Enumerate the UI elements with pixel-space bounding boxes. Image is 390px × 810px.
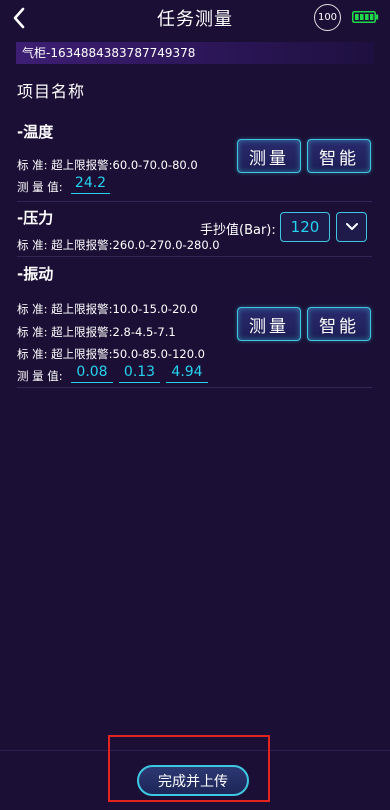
device-name-bar: 气柜-1634884383787749378 [16, 42, 374, 64]
page-title: 任务测量 [157, 9, 233, 30]
submit-button[interactable]: 完成并上传 [137, 765, 249, 796]
temperature-smart-button[interactable]: 智能 [307, 139, 371, 173]
manual-value-input[interactable]: 120 [280, 212, 330, 242]
vibration-standard-3: 标 准: 超上限报警:50.0-85.0-120.0 [17, 347, 205, 361]
chevron-left-icon [13, 7, 25, 29]
manual-value: 120 [290, 218, 320, 236]
device-name: 气柜-1634884383787749378 [22, 46, 196, 60]
manual-value-label: 手抄值(Bar): [200, 223, 276, 238]
temperature-standard: 标 准: 超上限报警:60.0-70.0-80.0 [17, 158, 198, 172]
chevron-down-icon [345, 223, 358, 230]
temperature-measure-label: 测 量 值: [17, 180, 63, 194]
vibration-smart-button[interactable]: 智能 [307, 307, 371, 341]
divider [17, 387, 372, 388]
pressure-standard: 标 准: 超上限报警:260.0-270.0-280.0 [17, 238, 220, 252]
vibration-measure-label: 测 量 值: [17, 369, 63, 383]
vibration-value-1: 0.08 [71, 363, 113, 383]
vibration-value-3: 4.94 [166, 363, 208, 383]
manual-value-dropdown[interactable] [336, 212, 367, 242]
vibration-title: -振动 [17, 265, 54, 283]
divider [17, 201, 372, 202]
vibration-value-2: 0.13 [119, 363, 160, 383]
temperature-measure-button[interactable]: 测量 [237, 139, 301, 173]
header: 任务测量 100 [0, 0, 390, 36]
timer-icon: 100 [314, 4, 341, 31]
pressure-title: -压力 [17, 209, 54, 227]
timer-value: 100 [317, 12, 338, 23]
temperature-value: 24.2 [71, 174, 110, 194]
divider [17, 256, 372, 257]
vibration-standard-2: 标 准: 超上限报警:2.8-4.5-7.1 [17, 325, 176, 339]
back-button[interactable] [8, 5, 30, 31]
vibration-measure-button[interactable]: 测量 [237, 307, 301, 341]
vibration-standard-1: 标 准: 超上限报警:10.0-15.0-20.0 [17, 302, 198, 316]
temperature-title: -温度 [17, 123, 54, 141]
battery-icon [352, 11, 379, 23]
section-title: 项目名称 [17, 82, 86, 101]
